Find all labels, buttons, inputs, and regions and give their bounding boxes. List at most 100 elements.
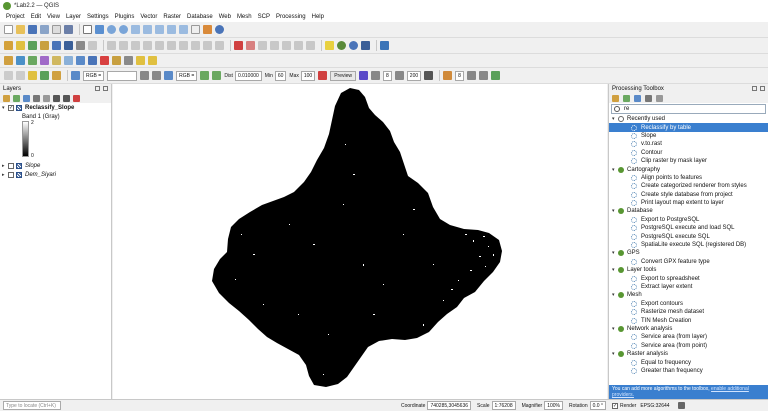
new-geopackage-icon[interactable]: [148, 56, 157, 65]
attribute-table-icon[interactable]: [52, 41, 61, 50]
scp-dock-icon[interactable]: [40, 71, 49, 80]
add-postgis-icon[interactable]: [76, 56, 85, 65]
cut-features-icon[interactable]: [167, 41, 176, 50]
refresh-icon[interactable]: [215, 25, 224, 34]
select-features-icon[interactable]: [16, 41, 25, 50]
algorithm-item[interactable]: Align points to features: [609, 174, 768, 182]
save-edits-icon[interactable]: [119, 41, 128, 50]
menu-mesh[interactable]: Mesh: [234, 14, 255, 20]
layer-visibility-checkbox[interactable]: [8, 171, 14, 178]
layer-visibility-checkbox[interactable]: ✓: [8, 104, 14, 111]
scp-redo-icon[interactable]: [318, 71, 328, 80]
remove-layer-icon[interactable]: [73, 94, 80, 102]
history-icon[interactable]: [623, 94, 630, 102]
locator-search-input[interactable]: Type to locate (Ctrl+K): [3, 401, 61, 410]
new-project-icon[interactable]: [4, 25, 13, 34]
digitize-icon[interactable]: [131, 41, 140, 50]
menu-layer[interactable]: Layer: [63, 14, 84, 20]
algorithm-item[interactable]: Export to spreadsheet: [609, 274, 768, 282]
menu-plugins[interactable]: Plugins: [112, 14, 138, 20]
pin-labels-icon[interactable]: [258, 41, 267, 50]
preview-range-input[interactable]: 200: [406, 70, 422, 81]
warning-icon[interactable]: [325, 41, 334, 50]
algorithm-item[interactable]: v.to.rast: [609, 140, 768, 148]
copy-features-icon[interactable]: [179, 41, 188, 50]
scp-kernel-icon[interactable]: [443, 71, 453, 80]
algorithm-item[interactable]: Rasterize mesh dataset: [609, 308, 768, 316]
menu-database[interactable]: Database: [184, 14, 216, 20]
rgb-band-select-1[interactable]: [107, 70, 138, 81]
zoom-last-icon[interactable]: [167, 25, 176, 34]
add-wms-icon[interactable]: [88, 56, 97, 65]
scp-preview-icon[interactable]: [359, 71, 369, 80]
pan-icon[interactable]: [83, 25, 92, 34]
menu-view[interactable]: View: [44, 14, 63, 20]
identify-features-icon[interactable]: [4, 41, 13, 50]
scp-menu-icon[interactable]: [4, 71, 13, 80]
scp-zoom-icon[interactable]: [71, 71, 80, 80]
algorithm-item[interactable]: Extract layer extent: [609, 283, 768, 291]
collapse-all-icon[interactable]: [63, 94, 70, 102]
algorithm-item[interactable]: SpatiaLite execute SQL (registered DB): [609, 241, 768, 249]
toggle-editing-icon[interactable]: [107, 41, 116, 50]
layer-item-reclassify[interactable]: ▾ ✓ Reclassify_Slope: [0, 103, 111, 112]
group-raster-analysis[interactable]: ▾ Raster analysis: [609, 350, 768, 358]
algorithm-item[interactable]: Clip raster by mask layer: [609, 157, 768, 165]
change-label-icon[interactable]: [306, 41, 315, 50]
add-raster-layer-icon[interactable]: [28, 56, 37, 65]
menu-settings[interactable]: Settings: [84, 14, 112, 20]
group-recently-used[interactable]: ▾ Recently used: [609, 115, 768, 123]
algorithm-item[interactable]: Reclassify by table: [609, 123, 768, 132]
algorithm-item[interactable]: Export contours: [609, 300, 768, 308]
open-layer-styling-icon[interactable]: [3, 94, 10, 102]
scp-run-icon[interactable]: [490, 71, 500, 80]
vertex-tool-icon[interactable]: [143, 41, 152, 50]
label-tool-icon[interactable]: [246, 41, 255, 50]
add-virtual-layer-icon[interactable]: [124, 56, 133, 65]
add-wfs-icon[interactable]: [112, 56, 121, 65]
menu-web[interactable]: Web: [216, 14, 234, 20]
select-by-expression-icon[interactable]: [28, 41, 37, 50]
scp-transparency-icon[interactable]: [371, 71, 381, 80]
algorithm-item[interactable]: PostgreSQL execute SQL: [609, 232, 768, 240]
algorithm-item[interactable]: Create style database from project: [609, 191, 768, 199]
close-panel-icon[interactable]: [103, 86, 108, 91]
statistical-summary-icon[interactable]: [76, 41, 85, 50]
messages-icon[interactable]: [677, 402, 685, 409]
show-labels-icon[interactable]: [270, 41, 279, 50]
zoom-full-icon[interactable]: [131, 25, 140, 34]
paste-features-icon[interactable]: [191, 41, 200, 50]
algorithm-item[interactable]: Print layout map extent to layer: [609, 199, 768, 207]
rotation-field[interactable]: 0.0 °: [589, 401, 606, 410]
algorithm-item[interactable]: Slope: [609, 132, 768, 140]
menu-project[interactable]: Project: [3, 14, 28, 20]
add-delimited-text-icon[interactable]: [52, 56, 61, 65]
add-mesh-layer-icon[interactable]: [40, 56, 49, 65]
scp-arrow-icon[interactable]: [16, 71, 25, 80]
scp-band-set-icon[interactable]: [424, 71, 434, 80]
algorithm-item[interactable]: Contour: [609, 149, 768, 157]
algorithm-item[interactable]: Convert GPX feature type: [609, 258, 768, 266]
scp-roi-icon[interactable]: [200, 71, 210, 80]
plugin-world-icon[interactable]: [349, 41, 358, 50]
new-map-view-icon[interactable]: [191, 25, 200, 34]
plugin-globe-icon[interactable]: [337, 41, 346, 50]
scp-pan-icon[interactable]: [52, 71, 61, 80]
min-input[interactable]: 60: [274, 70, 287, 81]
filter-legend-icon[interactable]: [33, 94, 40, 102]
python-console-icon[interactable]: [380, 41, 389, 50]
algorithm-item[interactable]: Create categorized renderer from styles: [609, 182, 768, 190]
float-panel-icon[interactable]: [95, 86, 100, 91]
group-cartography[interactable]: ▾ Cartography: [609, 165, 768, 173]
undo-icon[interactable]: [203, 41, 212, 50]
temporal-controller-icon[interactable]: [203, 25, 212, 34]
edit-features-in-place-icon[interactable]: [645, 94, 652, 102]
group-database[interactable]: ▾ Database: [609, 207, 768, 215]
map-canvas[interactable]: [113, 84, 607, 399]
scp-roi2-icon[interactable]: [212, 71, 222, 80]
menu-vector[interactable]: Vector: [137, 14, 160, 20]
layer-visibility-checkbox[interactable]: [8, 162, 14, 169]
add-spatialite-icon[interactable]: [64, 56, 73, 65]
preview-size-input[interactable]: 8: [383, 70, 392, 81]
zoom-in-icon[interactable]: [107, 25, 116, 34]
